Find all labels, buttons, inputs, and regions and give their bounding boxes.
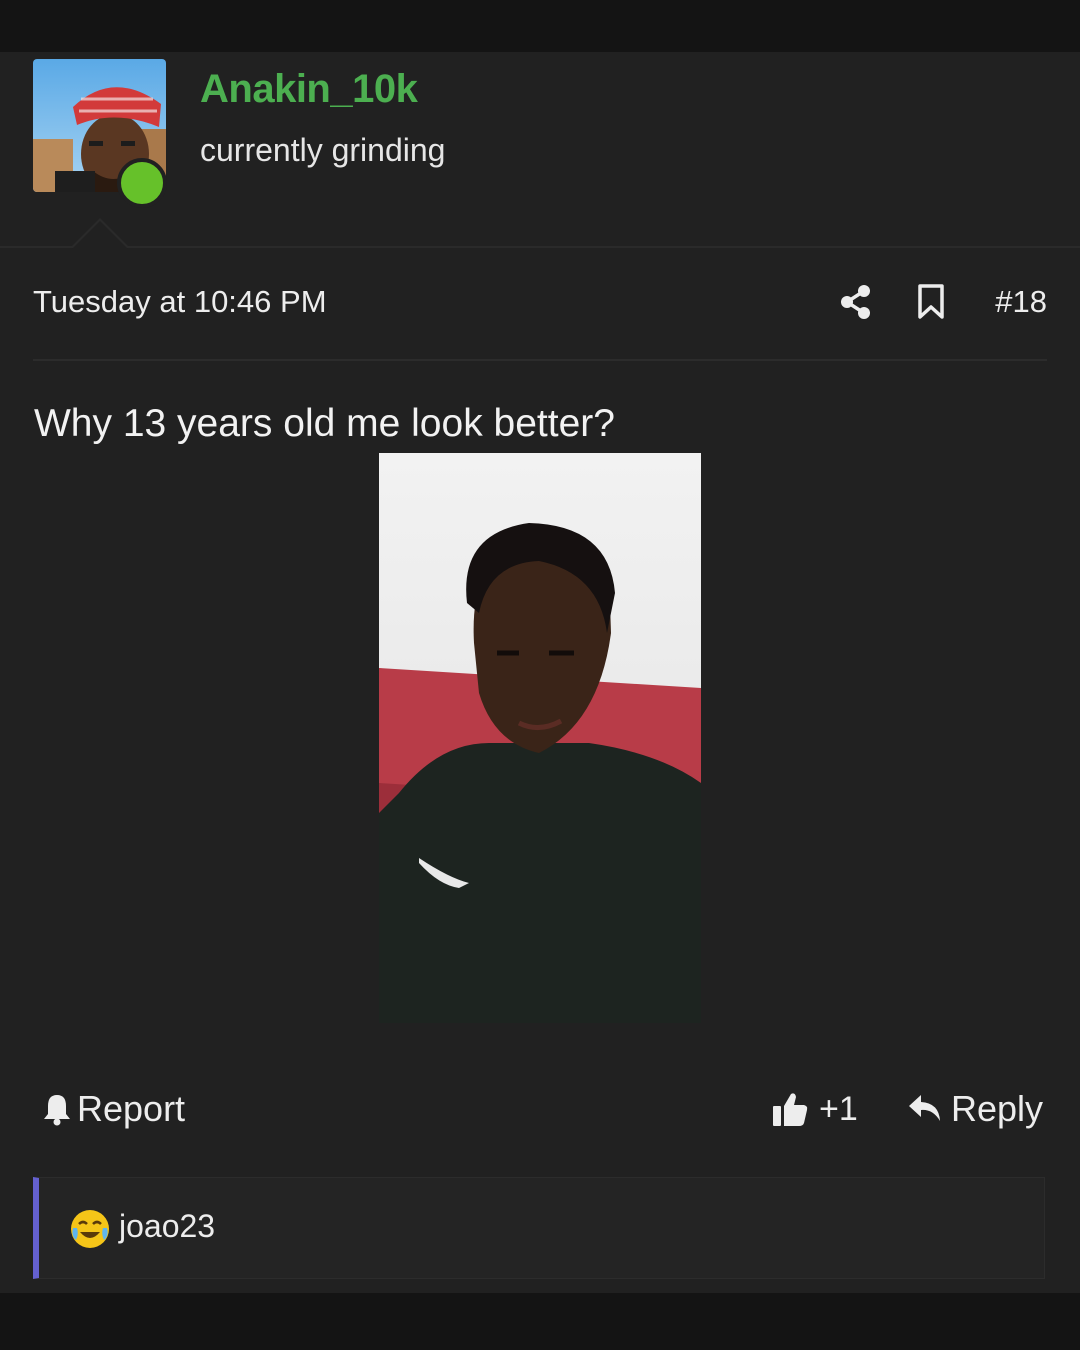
reactions-bar[interactable]: joao23 (33, 1177, 1045, 1279)
meta-divider (33, 359, 1047, 361)
report-label: Report (77, 1088, 186, 1129)
reply-arrow-icon (908, 1095, 940, 1121)
bell-icon (44, 1095, 70, 1126)
header-pointer-arrow-fill (72, 221, 128, 249)
bookmark-icon[interactable] (916, 284, 946, 325)
crying-laughing-emoji-icon (69, 1208, 111, 1255)
like-count: +1 (819, 1089, 858, 1128)
post-author-title: currently grinding (200, 132, 446, 168)
post-message-text: Why 13 years old me look better? (34, 402, 615, 445)
bottom-bar-area (0, 1293, 1080, 1350)
online-status-indicator (117, 158, 167, 208)
reply-label: Reply (950, 1088, 1043, 1129)
post-timestamp[interactable]: Tuesday at 10:46 PM (33, 284, 327, 320)
status-bar-area (0, 0, 1080, 52)
post-actions-bar: Report +1 Reply (33, 1082, 1047, 1136)
post-meta-row: Tuesday at 10:46 PM #18 (33, 272, 1047, 334)
thumbs-up-icon (773, 1093, 808, 1126)
post-author-username[interactable]: Anakin_10k (200, 67, 418, 112)
reply-button[interactable]: Reply (907, 1086, 1043, 1132)
forum-post: Anakin_10k currently grinding Tuesday at… (0, 52, 1080, 1293)
post-user-header: Anakin_10k currently grinding (0, 52, 1080, 249)
like-button[interactable]: +1 (771, 1086, 858, 1132)
reaction-username[interactable]: joao23 (119, 1208, 215, 1245)
post-number-link[interactable]: #18 (995, 284, 1047, 320)
attached-image[interactable] (379, 453, 701, 1023)
report-button[interactable]: Report (41, 1086, 185, 1132)
share-icon[interactable] (839, 284, 873, 325)
